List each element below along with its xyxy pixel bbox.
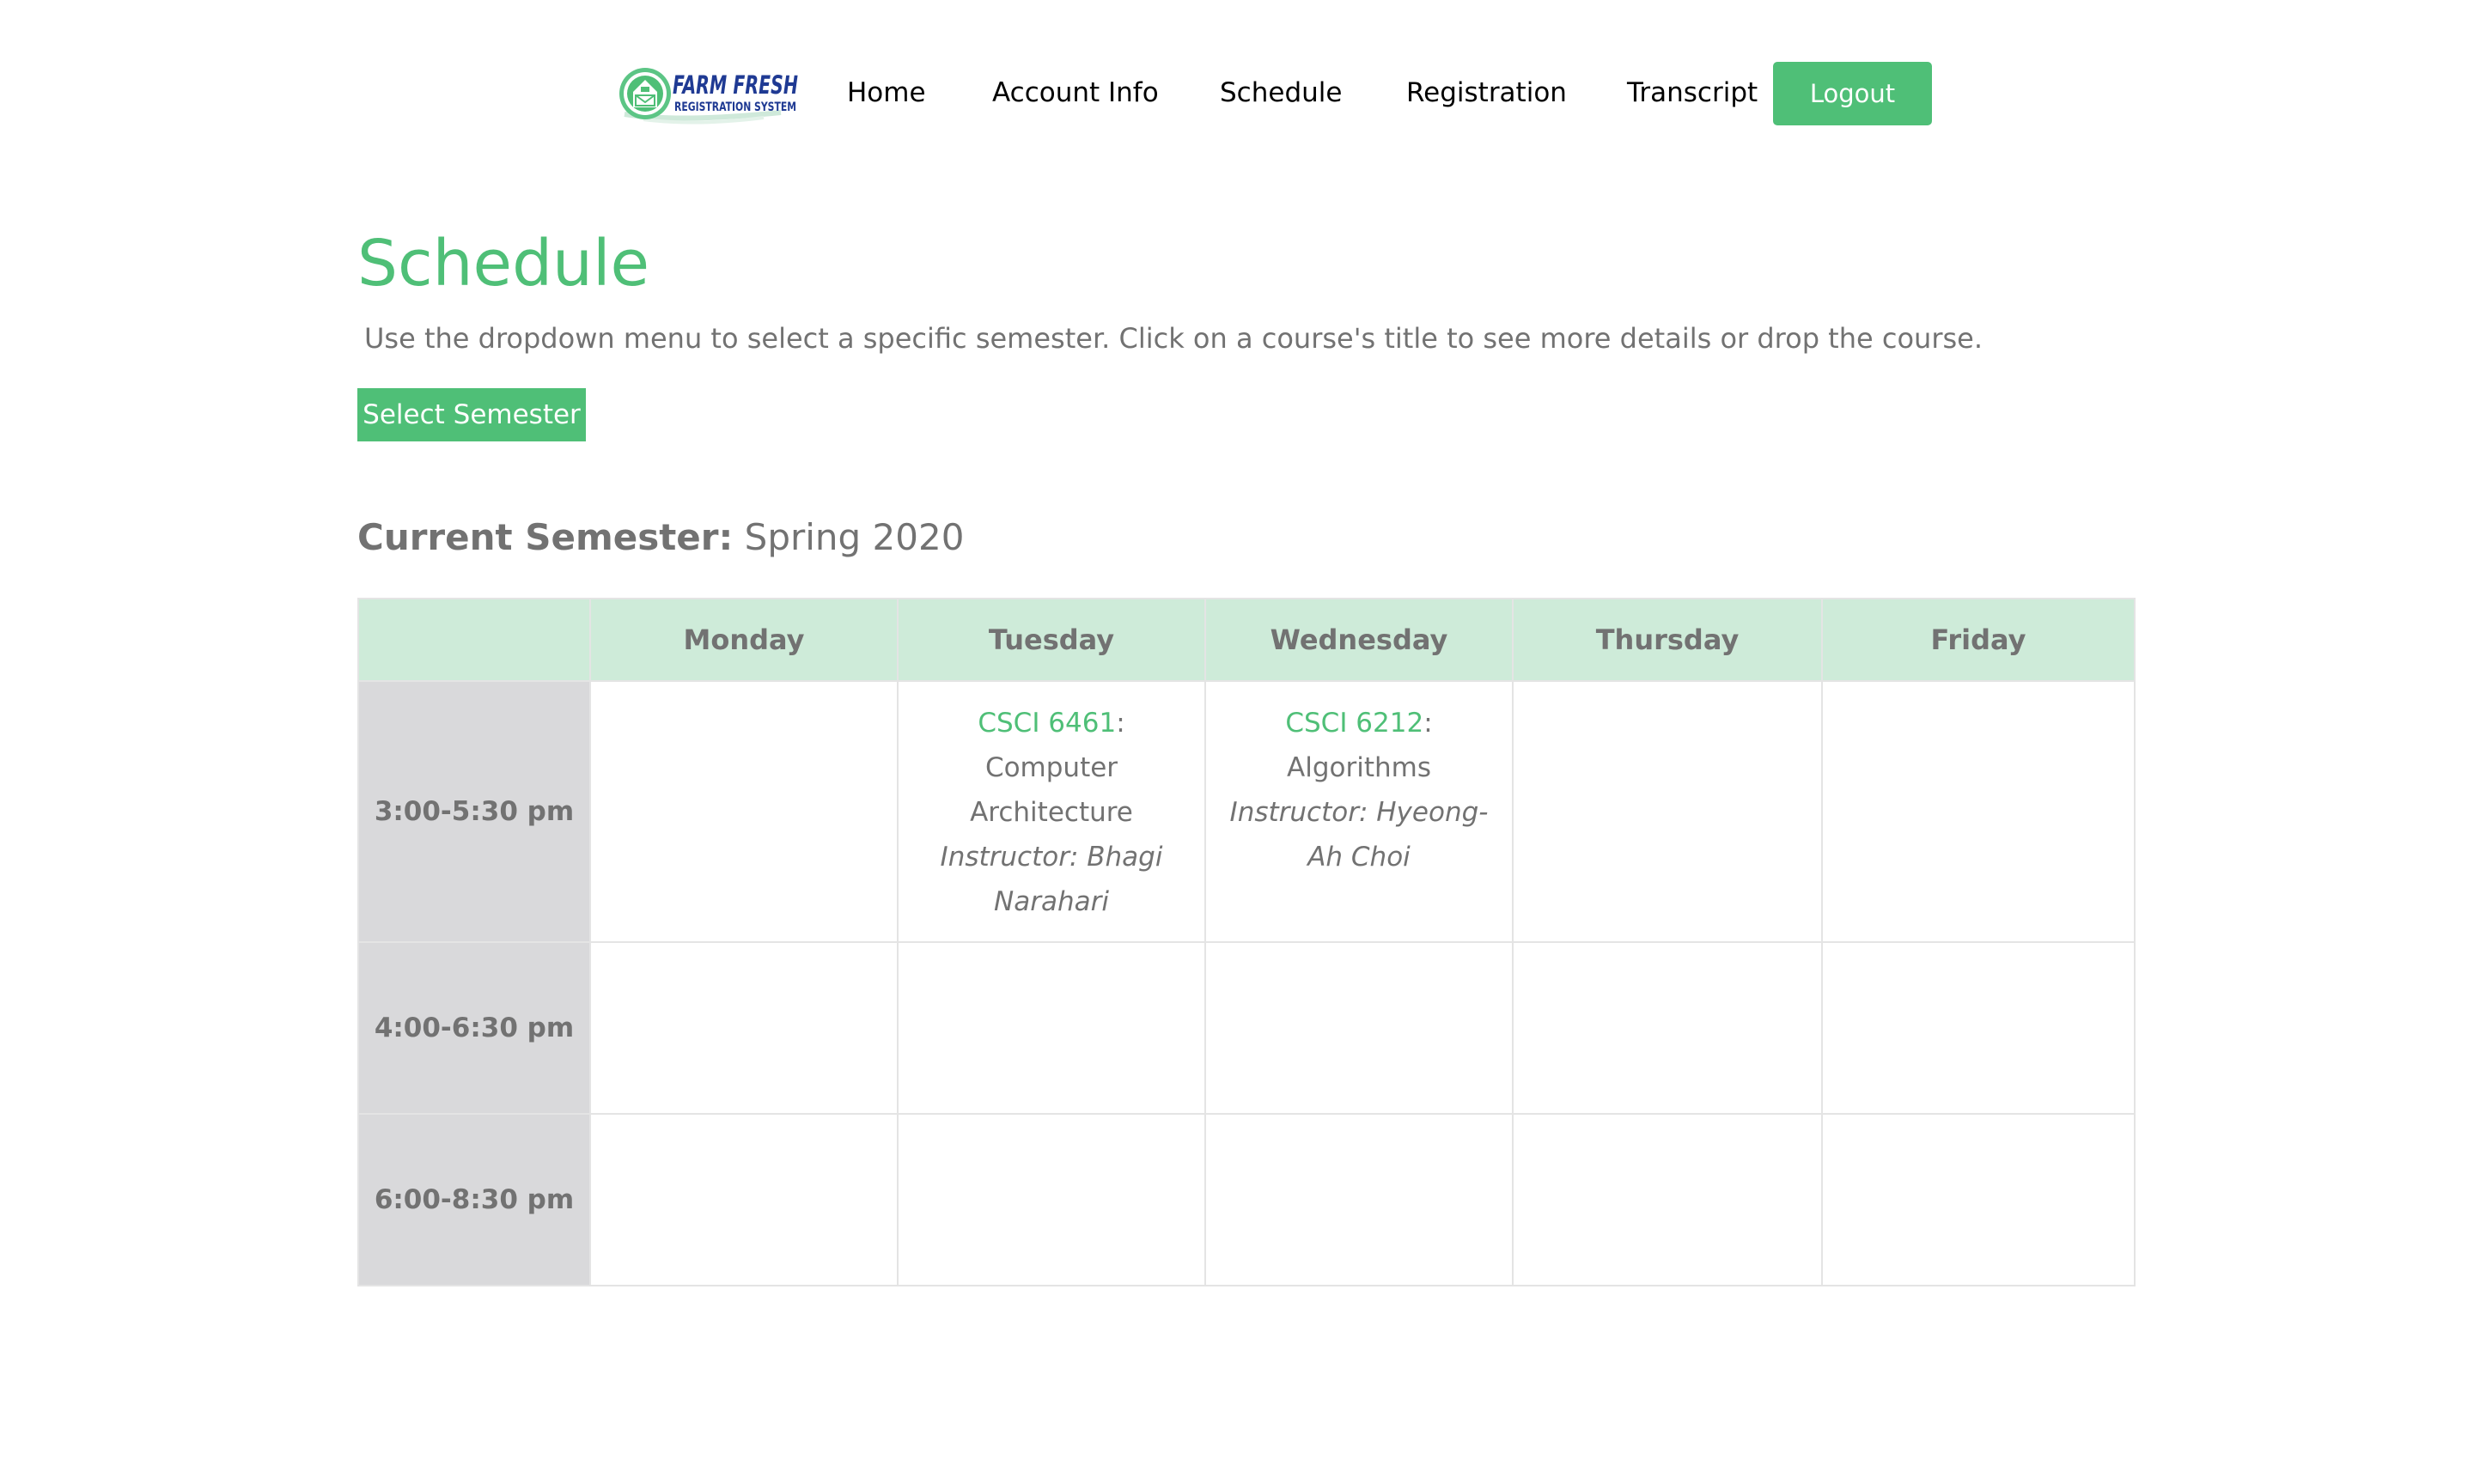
day-header-monday: Monday bbox=[589, 598, 899, 682]
schedule-cell bbox=[897, 941, 1206, 1115]
schedule-cell bbox=[589, 680, 899, 943]
schedule-table: Monday Tuesday Wednesday Thursday Friday… bbox=[357, 598, 2136, 1286]
schedule-cell: CSCI 6212: Algorithms Instructor: Hyeong… bbox=[1204, 680, 1514, 943]
nav-account-info[interactable]: Account Info bbox=[992, 69, 1159, 117]
schedule-cell bbox=[1821, 941, 2136, 1115]
farm-fresh-logo[interactable]: FARM FRESH REGISTRATION SYSTEM bbox=[618, 63, 801, 125]
schedule-cell bbox=[1512, 941, 1823, 1115]
day-header-friday: Friday bbox=[1821, 598, 2136, 682]
time-slot-label: 3:00-5:30 pm bbox=[357, 680, 591, 943]
course-instructor: Instructor: Bhagi Narahari bbox=[940, 842, 1163, 917]
schedule-cell bbox=[1821, 1113, 2136, 1286]
time-slot-label: 4:00-6:30 pm bbox=[357, 941, 591, 1115]
schedule-page: FARM FRESH REGISTRATION SYSTEM Home Acco… bbox=[0, 0, 2474, 1484]
svg-text:REGISTRATION SYSTEM: REGISTRATION SYSTEM bbox=[674, 100, 796, 114]
logout-button[interactable]: Logout bbox=[1773, 62, 1932, 125]
schedule-cell bbox=[1204, 941, 1514, 1115]
current-semester: Current Semester: Spring 2020 bbox=[357, 514, 964, 562]
logo-image: FARM FRESH REGISTRATION SYSTEM bbox=[619, 68, 798, 125]
page-instructions: Use the dropdown menu to select a specif… bbox=[364, 322, 1983, 355]
schedule-cell: CSCI 6461: Computer Architecture Instruc… bbox=[897, 680, 1206, 943]
table-header-row: Monday Tuesday Wednesday Thursday Friday bbox=[357, 598, 2136, 682]
nav-home[interactable]: Home bbox=[847, 69, 926, 117]
nav-schedule[interactable]: Schedule bbox=[1220, 69, 1342, 117]
select-semester-button[interactable]: Select Semester bbox=[357, 388, 586, 441]
course-link[interactable]: CSCI 6461 bbox=[978, 708, 1116, 739]
course-entry: CSCI 6212: Algorithms Instructor: Hyeong… bbox=[1206, 682, 1512, 879]
day-header-thursday: Thursday bbox=[1512, 598, 1823, 682]
schedule-cell bbox=[897, 1113, 1206, 1286]
current-semester-label: Current Semester: bbox=[357, 516, 734, 558]
current-semester-value: Spring 2020 bbox=[744, 516, 965, 558]
course-entry: CSCI 6461: Computer Architecture Instruc… bbox=[899, 682, 1204, 924]
schedule-cell bbox=[589, 1113, 899, 1286]
schedule-cell bbox=[1204, 1113, 1514, 1286]
course-link[interactable]: CSCI 6212 bbox=[1285, 708, 1423, 739]
day-header-tuesday: Tuesday bbox=[897, 598, 1206, 682]
table-row: 6:00-8:30 pm bbox=[357, 1113, 2136, 1286]
nav-transcript[interactable]: Transcript bbox=[1627, 69, 1758, 117]
course-separator: : bbox=[1423, 708, 1433, 739]
table-row: 4:00-6:30 pm bbox=[357, 941, 2136, 1115]
course-separator: : bbox=[1116, 708, 1125, 739]
schedule-cell bbox=[1821, 680, 2136, 943]
day-header-wednesday: Wednesday bbox=[1204, 598, 1514, 682]
schedule-cell bbox=[1512, 680, 1823, 943]
page-title: Schedule bbox=[357, 227, 650, 301]
nav-registration[interactable]: Registration bbox=[1406, 69, 1567, 117]
time-slot-label: 6:00-8:30 pm bbox=[357, 1113, 591, 1286]
table-row: 3:00-5:30 pm CSCI 6461: Computer Archite… bbox=[357, 680, 2136, 943]
course-instructor: Instructor: Hyeong-Ah Choi bbox=[1229, 797, 1489, 873]
course-title: Algorithms bbox=[1287, 752, 1431, 783]
schedule-cell bbox=[1512, 1113, 1823, 1286]
course-title: Computer Architecture bbox=[970, 752, 1133, 828]
svg-text:FARM FRESH: FARM FRESH bbox=[673, 70, 798, 100]
header-corner-cell bbox=[357, 598, 591, 682]
schedule-cell bbox=[589, 941, 899, 1115]
